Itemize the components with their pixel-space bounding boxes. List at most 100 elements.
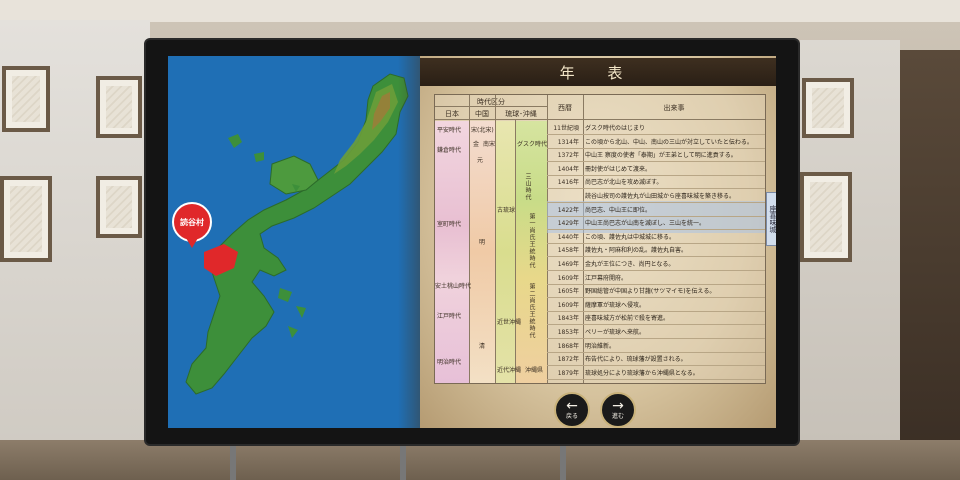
back-button[interactable]: ← 戻る <box>554 392 590 428</box>
china-period: 清 <box>479 343 486 350</box>
japan-period: 安土桃山時代 <box>435 283 472 290</box>
row-divider <box>547 365 765 367</box>
china-period: 南宋 <box>483 141 496 148</box>
year-cell: 1416年 <box>557 179 579 187</box>
touchscreen-monitor: 読谷村 年 表 時代区分 日本 中国 琉球･沖縄 西暦 出来事 平安時代 鎌倉時… <box>146 40 798 444</box>
header-japan: 日本 <box>445 110 459 118</box>
framed-sketch <box>2 66 50 132</box>
ceiling <box>0 0 960 22</box>
year-cell: 1440年 <box>557 233 579 241</box>
year-cell: 1422年 <box>557 206 579 214</box>
callout-label: 読谷村 <box>180 217 204 227</box>
next-button[interactable]: → 進む <box>600 392 636 428</box>
china-period: 宋(北宋) <box>471 127 494 134</box>
year-cell: 1404年 <box>557 165 579 173</box>
event-cell: 尚巴志、中山王に即位。 <box>585 206 652 214</box>
event-cell: 尚巴志が北山を攻め滅ぼす。 <box>585 179 663 187</box>
kiosk-screen: 読谷村 年 表 時代区分 日本 中国 琉球･沖縄 西暦 出来事 平安時代 鎌倉時… <box>168 56 776 428</box>
event-cell: ペリーが琉球へ来航。 <box>585 329 646 336</box>
year-cell: 11世紀頃 <box>553 125 579 132</box>
header-china: 中国 <box>475 110 489 118</box>
header-year: 西暦 <box>558 104 572 112</box>
year-cell: 1872年 <box>557 356 579 364</box>
event-cell: 明治維新。 <box>585 342 616 350</box>
row-divider <box>547 188 765 190</box>
year-cell: 1605年 <box>557 288 579 296</box>
event-cell: 薩摩軍が琉球へ侵攻。 <box>585 301 646 309</box>
row-divider <box>547 242 765 244</box>
event-cell: 座喜味城方が松前で殺を寄進。 <box>585 315 670 323</box>
china-period: 金 <box>473 141 480 148</box>
year-cell: 1853年 <box>557 329 579 336</box>
okinawa-map[interactable]: 読谷村 <box>168 56 428 428</box>
chronology-table: 時代区分 日本 中国 琉球･沖縄 西暦 出来事 平安時代 鎌倉時代 室町時代 安… <box>434 94 766 384</box>
arrow-left-icon: ← <box>566 398 578 414</box>
year-cell: 1609年 <box>557 301 579 309</box>
event-cell: 江戸幕府開府。 <box>585 274 628 282</box>
page-title: 年 表 <box>559 63 637 82</box>
year-cell: 1458年 <box>557 247 579 255</box>
framed-sketch <box>96 176 142 238</box>
event-cell: 中山王尚巴志が山南を滅ぼし、三山を統一。 <box>585 220 706 228</box>
japan-period: 明治時代 <box>437 359 462 366</box>
row-divider <box>547 324 765 326</box>
row-divider <box>547 229 765 231</box>
row-divider <box>547 338 765 339</box>
back-button-label: 戻る <box>565 413 578 420</box>
ryukyu-period: 近代沖縄 <box>497 367 522 374</box>
china-period: 明 <box>479 239 486 246</box>
ryukyu-period: 古琉球 <box>497 207 516 214</box>
row-divider <box>547 202 765 203</box>
event-cell: グスク時代のはじまり <box>585 125 646 132</box>
event-cell: 中山王 察度の使者「泰期」が王弟として明に進貢する。 <box>585 152 737 160</box>
row-divider <box>547 215 765 217</box>
row-divider <box>547 283 765 285</box>
year-cell: 1843年 <box>557 315 579 323</box>
event-cell: 金丸が王位につき、尚円となる。 <box>585 261 675 268</box>
year-cell: 1372年 <box>557 152 579 160</box>
framed-sketch <box>0 176 52 262</box>
event-cell: 野国総管が中国より甘藷(サツマイモ)を伝える。 <box>585 288 716 296</box>
zakimi-castle-label: 座喜味城 <box>766 192 776 246</box>
callout-pointer <box>186 238 198 248</box>
ryukyu-period: 第二尚氏王統時代 <box>528 283 535 339</box>
row-divider <box>547 134 765 135</box>
stand-leg <box>230 440 236 480</box>
stand-leg <box>560 440 566 480</box>
event-cell: 護佐丸・阿麻和利の乱。護佐丸自害。 <box>585 247 688 255</box>
japan-period: 平安時代 <box>437 127 462 134</box>
event-cell: この頃、護佐丸は中城城に移る。 <box>585 233 676 241</box>
ryukyu-period: 沖縄県 <box>525 367 544 374</box>
doorway <box>900 50 960 460</box>
row-divider <box>547 270 765 271</box>
framed-sketch <box>802 78 854 138</box>
year-cell: 1879年 <box>557 369 579 377</box>
row-divider <box>547 256 765 258</box>
event-cell: 琉球処分により琉球藩から沖縄県となる。 <box>585 369 699 377</box>
year-cell: 1469年 <box>557 261 579 268</box>
japan-period: 鎌倉時代 <box>437 147 462 154</box>
year-cell: 1868年 <box>557 342 579 350</box>
row-divider <box>547 351 765 353</box>
year-cell: 1429年 <box>557 220 579 228</box>
event-cell: 冊封使がはじめて渡来。 <box>585 165 652 173</box>
row-divider <box>547 297 765 299</box>
china-period: 元 <box>477 157 484 164</box>
ryukyu-period: グスク時代 <box>517 141 548 148</box>
yomitan-callout-pin[interactable]: 読谷村 <box>172 202 212 242</box>
event-cell: この頃から北山、中山、南山の三山が対立していたと伝わる。 <box>585 138 753 146</box>
framed-sketch <box>96 76 142 138</box>
row-divider <box>547 174 765 176</box>
ryukyu-period: 三山時代 <box>524 173 531 201</box>
year-cell: 1314年 <box>557 138 579 146</box>
next-button-label: 進む <box>611 413 624 420</box>
japan-period: 室町時代 <box>437 221 462 228</box>
japan-period: 江戸時代 <box>437 313 462 320</box>
okinawa-island-map <box>185 73 409 395</box>
ryukyu-period: 第一尚氏王統時代 <box>528 213 535 269</box>
ryukyu-period: 近世沖縄 <box>497 319 522 326</box>
title-bar: 年 表 <box>420 58 776 86</box>
arrow-right-icon: → <box>612 398 624 414</box>
row-divider <box>547 147 765 149</box>
row-divider <box>547 161 765 163</box>
